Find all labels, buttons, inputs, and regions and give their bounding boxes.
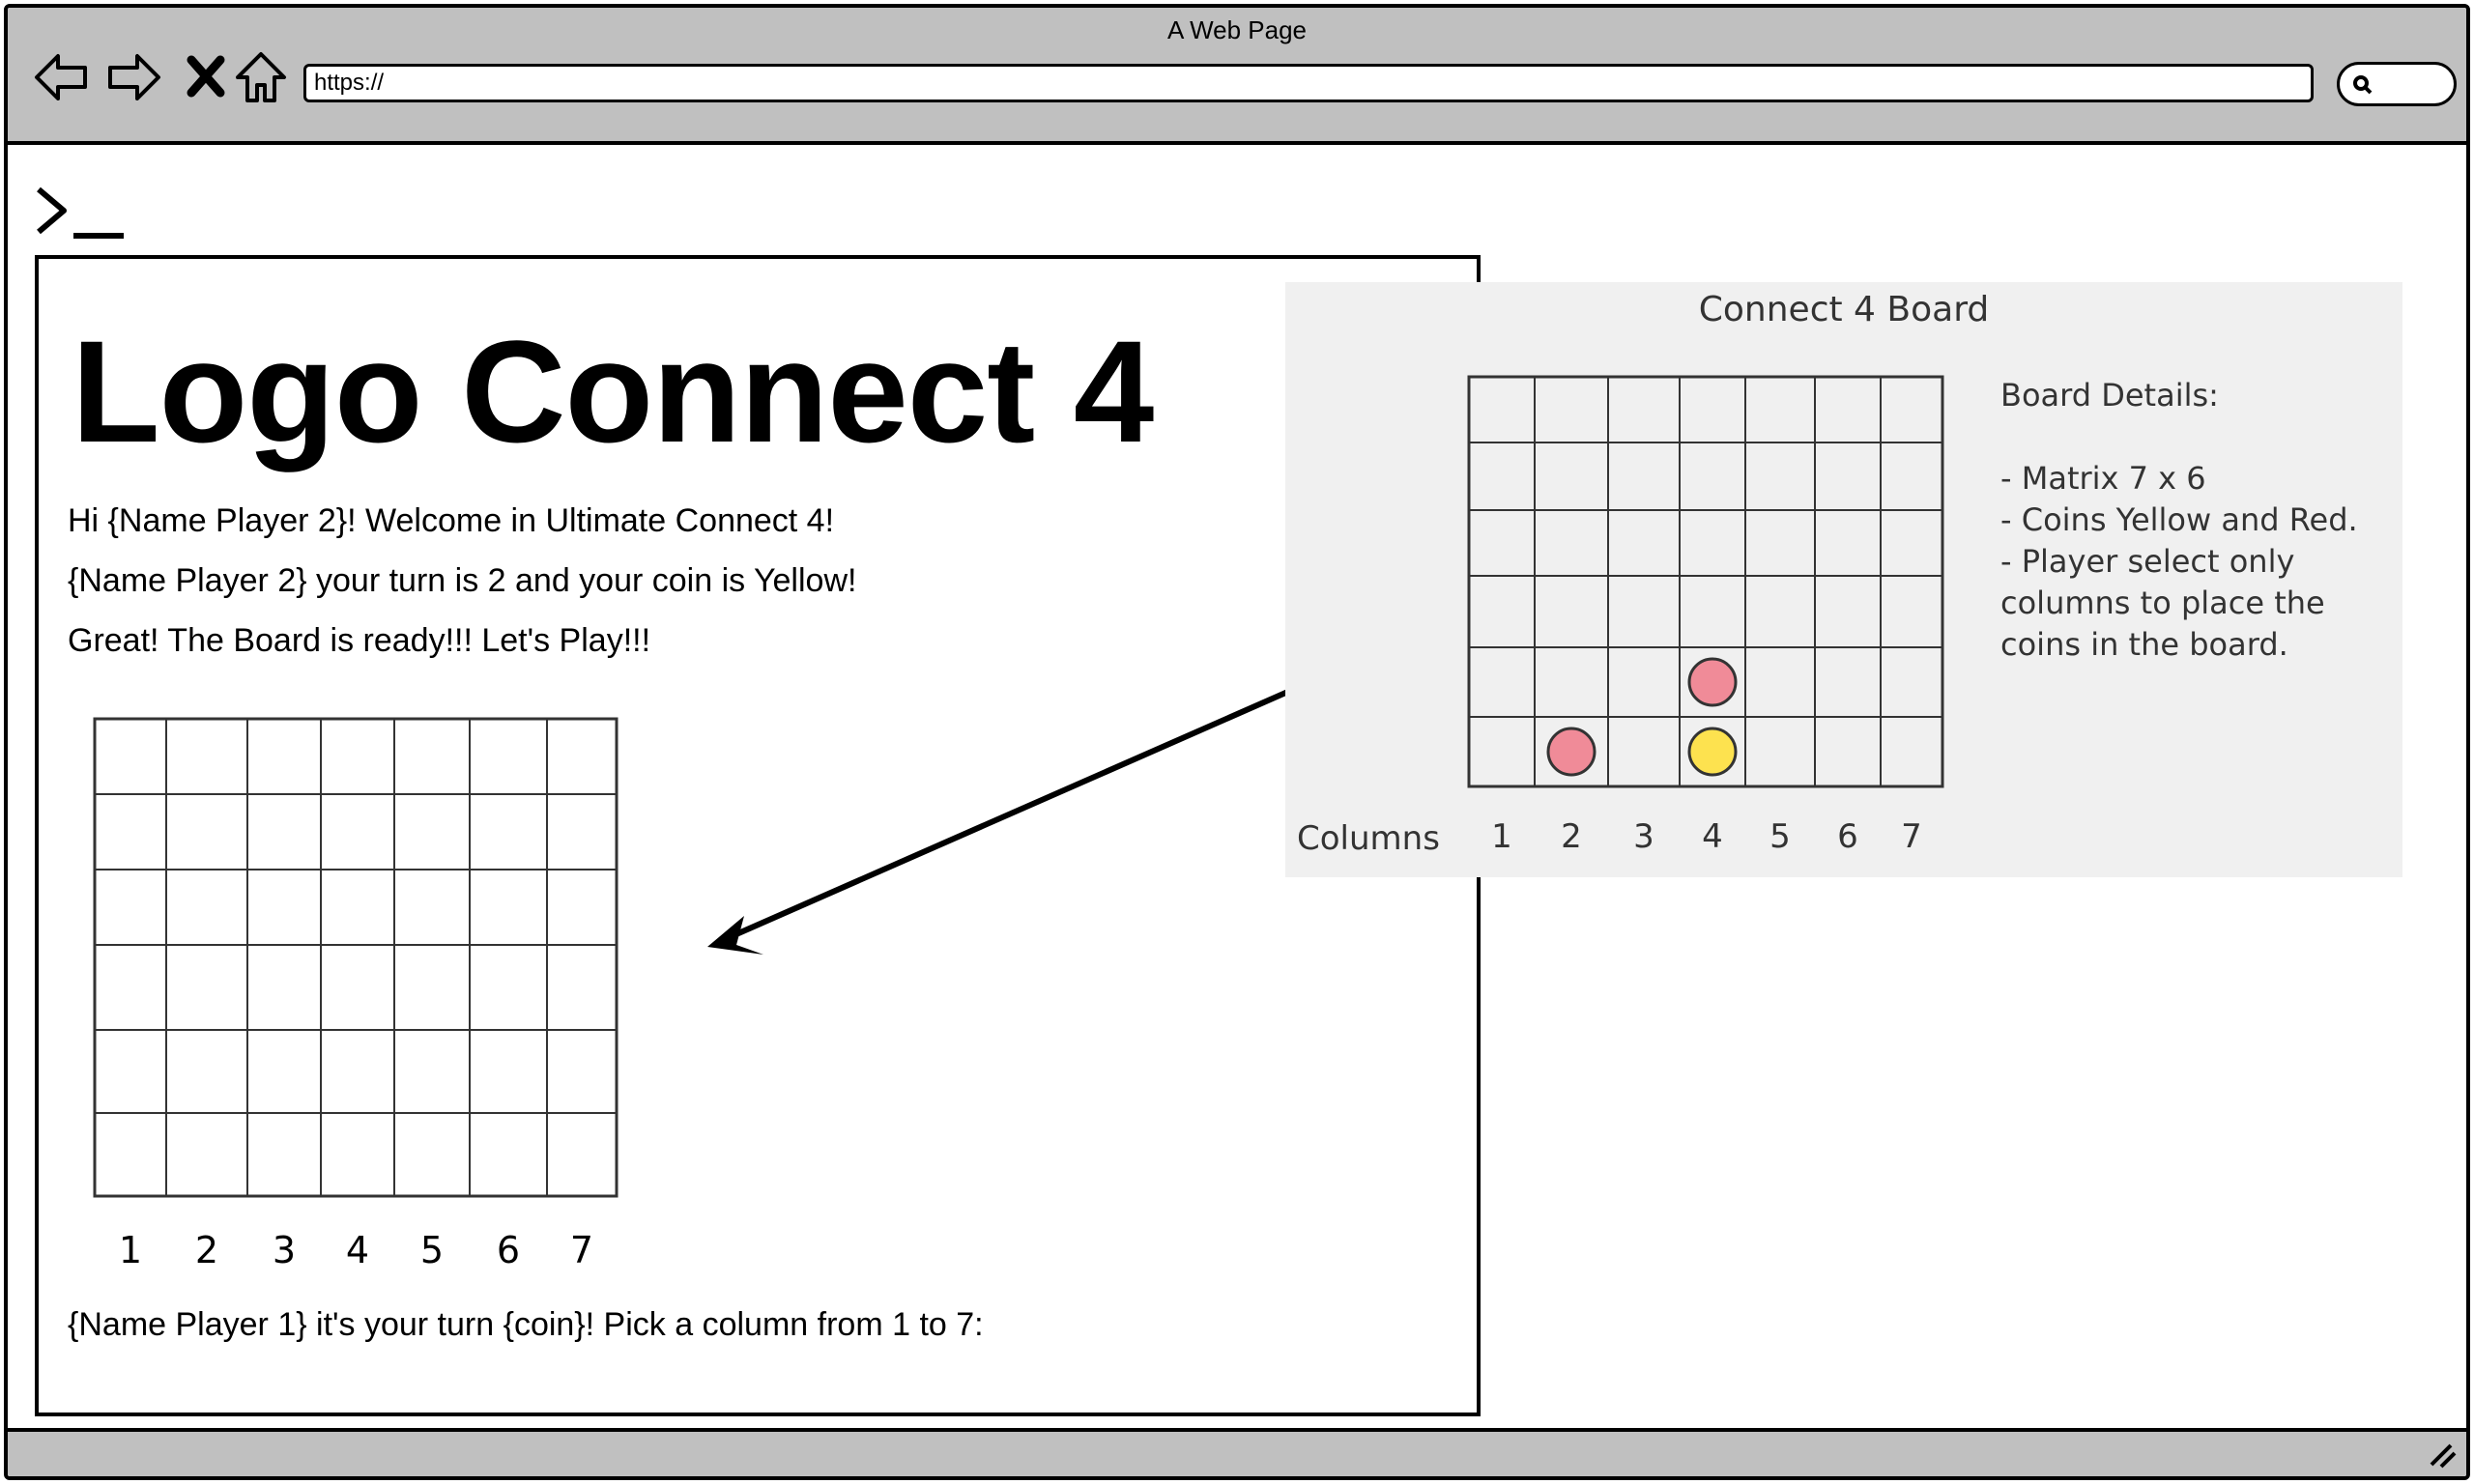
detail-line: - Player select only columns to place th…	[2000, 543, 2325, 663]
url-field[interactable]: https://	[303, 64, 2314, 102]
back-icon[interactable]	[33, 48, 91, 106]
terminal-icon	[37, 186, 124, 239]
column-label: 1	[1491, 817, 1512, 856]
browser-window: A Web Page https:// Logo Connect 4 Hi {N…	[4, 4, 2470, 1480]
double-arrow-connector	[707, 645, 1376, 955]
ready-message: Great! The Board is ready!!! Let's Play!…	[68, 622, 651, 659]
red-coin	[1546, 727, 1597, 777]
annotation-board-grid	[1467, 375, 1944, 788]
board-annotation-panel: Connect 4 Board Board Details: - Matrix …	[1285, 282, 2402, 877]
panel-title: Connect 4 Board	[1698, 290, 1990, 329]
turn-message: {Name Player 2} your turn is 2 and your …	[68, 562, 857, 599]
column-label: 3	[272, 1229, 297, 1271]
column-label: 4	[345, 1229, 370, 1271]
detail-line: - Matrix 7 x 6	[2000, 460, 2206, 497]
column-label: 6	[496, 1229, 521, 1271]
close-icon[interactable]	[178, 48, 236, 106]
board-details-title: Board Details:	[2000, 377, 2219, 414]
column-label: 2	[194, 1229, 219, 1271]
status-bar	[8, 1428, 2466, 1476]
column-label: 3	[1633, 817, 1654, 856]
column-label: 5	[419, 1229, 445, 1271]
welcome-message: Hi {Name Player 2}! Welcome in Ultimate …	[68, 502, 835, 539]
column-label: 7	[1901, 817, 1922, 856]
column-label: 2	[1561, 817, 1582, 856]
search-icon	[2353, 75, 2373, 95]
detail-line: - Coins Yellow and Red.	[2000, 501, 2358, 538]
search-field[interactable]	[2337, 62, 2457, 106]
column-label: 5	[1769, 817, 1791, 856]
board-details: Board Details: - Matrix 7 x 6 - Coins Ye…	[2000, 375, 2406, 666]
home-icon[interactable]	[232, 48, 290, 106]
console-board-grid	[93, 717, 618, 1198]
column-prompt[interactable]: {Name Player 1} it's your turn {coin}! P…	[68, 1306, 984, 1344]
resize-grip-icon[interactable]	[2426, 1440, 2457, 1469]
column-label: 1	[118, 1229, 143, 1271]
window-title: A Web Page	[1166, 15, 1308, 44]
column-label: 6	[1837, 817, 1858, 856]
console-column-labels: 1 2 3 4 5 6 7	[93, 1229, 620, 1275]
yellow-coin	[1687, 727, 1738, 777]
column-label: 7	[569, 1229, 594, 1271]
annotation-column-labels: 1 2 3 4 5 6 7	[1467, 817, 1946, 860]
column-label: 4	[1702, 817, 1723, 856]
browser-titlebar: A Web Page https://	[8, 8, 2466, 145]
page-title: Logo Connect 4	[72, 310, 1154, 472]
forward-icon[interactable]	[104, 48, 162, 106]
columns-label: Columns	[1297, 819, 1440, 858]
red-coin	[1687, 657, 1738, 707]
